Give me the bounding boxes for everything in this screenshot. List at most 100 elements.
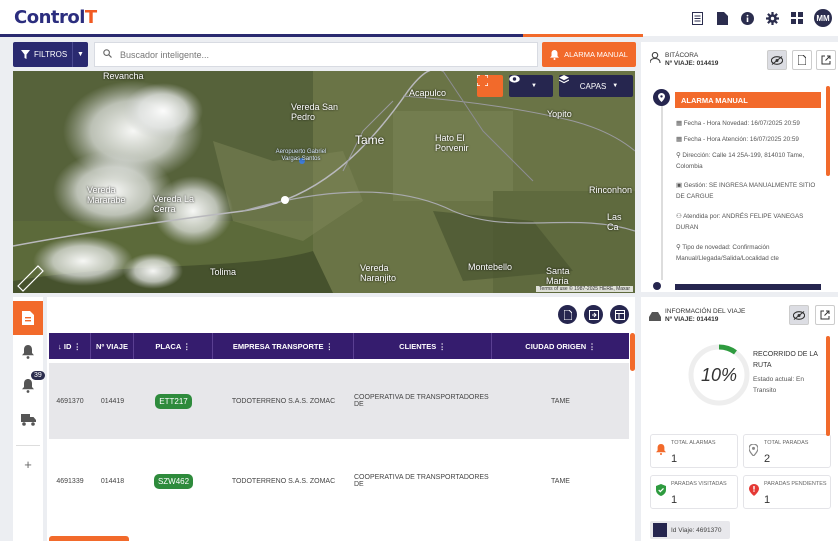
columns-settings-button[interactable]: [610, 305, 629, 324]
search-placeholder: Buscador inteligente...: [120, 49, 210, 60]
plate-badge[interactable]: ETT217: [155, 393, 192, 409]
stat-pending-stops: PARADAS PENDIENTES 1: [743, 475, 831, 509]
map-label-vereda-la-cerra: Vereda La Cerra: [153, 194, 195, 214]
timeline-line: [661, 100, 663, 280]
search-input[interactable]: Buscador inteligente...: [94, 42, 538, 67]
hide-trip-info-button[interactable]: [789, 305, 809, 325]
open-trip-external-button[interactable]: [815, 305, 835, 325]
map-label-vereda-mararabe: Vereda Mararabe: [87, 185, 126, 205]
stat-value: 1: [671, 494, 678, 506]
notification-count-badge: 39: [31, 371, 45, 380]
trip-info-number: Nº VIAJE: 014419: [665, 316, 719, 323]
manual-alarm-label: ALARMA MANUAL: [564, 50, 628, 59]
column-header-clients[interactable]: CLIENTES ⋮: [354, 333, 492, 359]
bell-icon: [22, 345, 34, 359]
column-header-company[interactable]: EMPRESA TRANSPORTE ⋮: [213, 333, 354, 359]
stat-visited-stops: PARADAS VISITADAS 1: [650, 475, 738, 509]
rail-notifications-button[interactable]: 39: [13, 369, 45, 403]
table-header: ↓ ID ⋮ Nº VIAJE PLACA ⋮ EMPRESA TRANSPOR…: [49, 333, 629, 359]
detail-atendida: ⚇ Atendida por: ANDRÉS FELIPE VANEGAS DU…: [676, 213, 804, 231]
top-header: ControlT MM: [0, 0, 838, 37]
open-external-button[interactable]: [816, 50, 836, 70]
gear-icon[interactable]: [764, 10, 780, 26]
trip-id-text: Id Viaje: 4691370: [671, 526, 722, 534]
vehicle-info-icon: [649, 312, 661, 321]
rail-vehicles-button[interactable]: [13, 403, 43, 437]
info-icon[interactable]: [739, 10, 755, 26]
cell-plate: SZW462: [134, 443, 213, 519]
map-view[interactable]: Revancha Vereda San Pedro Acapulco Yopit…: [13, 71, 635, 293]
column-header-id[interactable]: ↓ ID ⋮: [49, 333, 91, 359]
layers-label: CAPAS: [579, 81, 607, 91]
map-label-las-ca: Las Ca: [607, 212, 622, 232]
stat-value: 1: [671, 453, 678, 465]
layers-dropdown[interactable]: CAPAS ▼: [559, 75, 633, 97]
rail-alerts-button[interactable]: [13, 335, 43, 369]
pagination-tab[interactable]: [49, 536, 129, 541]
chevron-down-icon[interactable]: ▼: [72, 42, 88, 67]
file-icon: [563, 309, 572, 320]
report-icon[interactable]: [689, 10, 705, 26]
detail-fecha-atencion: ▦ Fecha - Hora Atención: 16/07/2025 20:5…: [676, 136, 799, 143]
logo-text: Control: [14, 7, 85, 28]
table-row[interactable]: 4691370 014419 ETT217 TODOTERRENO S.A.S.…: [49, 363, 629, 439]
table-scrollbar[interactable]: [630, 333, 635, 371]
stat-label: TOTAL ALARMAS: [671, 440, 716, 446]
cell-company: TODOTERRENO S.A.S. ZOMAC: [231, 477, 336, 485]
apps-grid-icon[interactable]: [789, 10, 805, 26]
header-accent-bar-navy: [0, 34, 523, 37]
rail-trips-button[interactable]: [13, 301, 43, 335]
map-label-hato-el-porvenir: Hato El Porvenir: [435, 133, 469, 153]
shield-check-icon: [656, 484, 666, 499]
stat-total-alarms: TOTAL ALARMAS 1: [650, 434, 738, 468]
cell-client: COOPERATIVA DE TRANSPORTADORES DE: [354, 474, 489, 488]
cell-plate: ETT217: [134, 363, 213, 439]
detail-gestion: ▣ Gestión: SE INGRESA MANUALMENTE SITIO …: [676, 182, 816, 200]
export-button[interactable]: [584, 305, 603, 324]
visibility-dropdown[interactable]: ▼: [509, 75, 553, 97]
app-window: ControlT MM FILTROS ▼ Buscador inteligen…: [0, 0, 838, 541]
map-label-tolima: Tolima: [210, 267, 237, 277]
trip-info-scrollbar[interactable]: [826, 336, 830, 436]
export-icon: [588, 309, 599, 320]
bitacora-trip-number: Nº VIAJE: 014419: [665, 60, 719, 67]
location-pin-icon: [748, 443, 759, 459]
log-scrollbar[interactable]: [826, 86, 830, 176]
column-header-plate[interactable]: PLACA ⋮: [134, 333, 213, 359]
hide-log-button[interactable]: [767, 50, 787, 70]
map-attribution[interactable]: Terms of use © 1987-2025 HERE, Maxar: [536, 286, 633, 292]
plate-badge[interactable]: SZW462: [153, 473, 194, 489]
map-label-vereda-san-pedro: Vereda San Pedro: [291, 102, 339, 122]
control-t-logo[interactable]: ControlT: [14, 7, 97, 28]
cell-trip: 014419: [100, 397, 125, 405]
cell-id: 4691370: [56, 397, 84, 405]
route-status: Estado actual: En Transito: [753, 376, 804, 394]
map-label-revancha: Revancha: [103, 71, 144, 81]
detail-fecha-novedad: ▦ Fecha - Hora Novedad: 16/07/2025 20:59: [676, 120, 800, 127]
manual-alarm-button[interactable]: ALARMA MANUAL: [542, 42, 636, 67]
document-icon[interactable]: [714, 10, 730, 26]
log-document-button[interactable]: [792, 50, 812, 70]
eye-off-icon: [771, 55, 783, 65]
table-row[interactable]: 4691339 014418 SZW462 TODOTERRENO S.A.S.…: [49, 443, 629, 519]
eye-icon: [509, 75, 520, 83]
document-icon: [798, 55, 806, 65]
timeline-next-dot: [653, 282, 661, 290]
user-avatar[interactable]: MM: [814, 9, 832, 27]
header-accent-bar-orange: [523, 34, 643, 37]
column-header-trip[interactable]: Nº VIAJE: [91, 333, 134, 359]
timeline-next-entry[interactable]: [675, 284, 821, 290]
detail-direccion: ⚲ Dirección: Calle 14 25A-199, 814010 Ta…: [676, 152, 805, 170]
logo-accent: T: [84, 7, 97, 28]
rail-add-button[interactable]: +: [13, 447, 43, 481]
location-pin-icon: [653, 89, 670, 106]
eye-off-icon: [793, 310, 805, 320]
fullscreen-button[interactable]: [477, 75, 503, 97]
filters-button[interactable]: FILTROS ▼: [13, 42, 88, 67]
column-header-origin[interactable]: CIUDAD ORIGEN ⋮: [492, 333, 629, 359]
filters-label: FILTROS: [34, 50, 68, 59]
trip-document-icon: [22, 311, 34, 325]
export-pdf-button[interactable]: [558, 305, 577, 324]
map-label-yopito: Yopito: [547, 109, 572, 119]
map-label-rinconhon: Rinconhon: [589, 185, 633, 195]
